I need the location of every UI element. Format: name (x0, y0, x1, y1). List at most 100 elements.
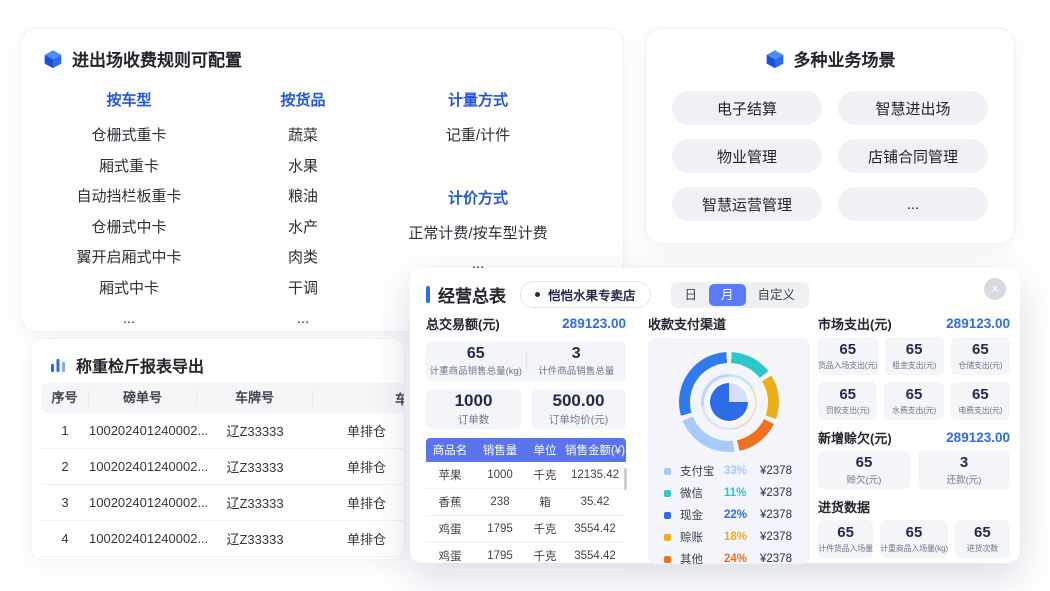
new-credit-label: 新增赊欠(元) (818, 428, 892, 447)
cell-qty: 1795 (474, 550, 526, 562)
summary-header: 经营总表 恺恺水果专卖店 日 月 自定义 (410, 268, 1020, 308)
column-header-measure: 计量方式 (378, 89, 578, 109)
table-row: 4 100202401240002... 辽Z33333 单排仓 (41, 521, 405, 557)
cell-ticket: 100202401240002... (89, 531, 197, 546)
cell-amount: 3554.42 (564, 523, 626, 535)
legend-item-credit: 赊账 18% ¥2378 (664, 526, 794, 548)
col-header-vehicle-type: 车型 (313, 389, 405, 408)
goods-item-more: ... (213, 304, 393, 335)
cell-unit: 千克 (526, 467, 564, 483)
business-scenarios-card: 多种业务场景 电子结算 智慧进出场 物业管理 店铺合同管理 智慧运营管理 ... (645, 28, 1015, 244)
donut-center-pie (710, 383, 748, 421)
legend-item-wechat: 微信 11% ¥2378 (664, 482, 794, 504)
cell-vehicle-type: 单排仓 (313, 421, 405, 440)
weigh-report-header: 称重检斤报表导出 (31, 339, 404, 377)
market-expense-boxes: 65货品入场支出(元) 65租金支出(元) 65仓储支出(元) (818, 337, 1010, 375)
total-transactions-value: 289123.00 (562, 316, 626, 331)
cell-unit: 千克 (526, 548, 564, 564)
cell-product: 鸡蛋 (426, 548, 474, 564)
cube-icon (765, 49, 785, 69)
goods-item: 干调 (213, 274, 393, 305)
col-header-unit: 单位 (526, 442, 564, 458)
cell-plate: 辽Z33333 (197, 529, 313, 548)
table-scrollbar[interactable] (624, 468, 627, 490)
bar-chart-icon (49, 356, 67, 374)
measure-pricing-column: 计量方式 记重/计件 计价方式 正常计费/按车型计费 ... (378, 89, 578, 280)
scenario-button-property[interactable]: 物业管理 (672, 139, 822, 173)
swatch-icon (664, 556, 671, 563)
cell-qty: 1795 (474, 523, 526, 535)
payment-channels-title: 收款支付渠道 (648, 314, 726, 333)
weighed-sales-value: 65 (467, 345, 485, 363)
cell-qty: 1000 (474, 469, 526, 481)
table-row: 3 100202401240002... 辽Z33333 单排仓 (41, 485, 405, 521)
purchase-data-label: 进货数据 (818, 497, 870, 516)
cube-icon (43, 49, 63, 69)
col-header-product: 商品名 (426, 442, 474, 458)
product-sales-table: 商品名 销售量 单位 销售金额(¥) 苹果 1000 千克 12135.42 香… (426, 438, 626, 570)
scenario-button-operation[interactable]: 智慧运营管理 (672, 187, 822, 221)
scenario-button-entry-exit[interactable]: 智慧进出场 (838, 91, 988, 125)
vehicle-item: 仓栅式重卡 (31, 121, 227, 152)
goods-item: 水果 (213, 152, 393, 183)
legend-item-alipay: 支付宝 33% ¥2378 (664, 460, 794, 482)
payment-chart-panel: 支付宝 33% ¥2378 微信 11% ¥2378 现金 22% (648, 338, 810, 564)
cell-index: 4 (41, 531, 89, 546)
cell-qty: 238 (474, 496, 526, 508)
order-count-label: 订单数 (458, 412, 490, 427)
cell-unit: 箱 (526, 494, 564, 510)
payment-legend: 支付宝 33% ¥2378 微信 11% ¥2378 现金 22% (648, 460, 810, 570)
store-name: 恺恺水果专卖店 (548, 285, 636, 304)
sales-totals-box: 65 计重商品销售总量(kg) 3 计件商品销售总量 (426, 341, 626, 381)
vehicle-item: 翼开启厢式中卡 (31, 243, 227, 274)
table-row: 2 100202401240002... 辽Z33333 单排仓 (41, 449, 405, 485)
swatch-icon (664, 534, 671, 541)
table-row: 苹果 1000 千克 12135.42 (426, 462, 626, 489)
col-header-plate: 车牌号 (197, 390, 313, 406)
market-expense-boxes-row2: 65罚款支出(元) 65水费支出(元) 65电费支出(元) (818, 382, 1010, 420)
col-header-index: 序号 (41, 390, 89, 406)
fee-rules-header: 进出场收费规则可配置 (21, 29, 623, 71)
tab-day[interactable]: 日 (673, 284, 710, 306)
cell-vehicle-type: 单排仓 (313, 457, 405, 476)
cell-product: 苹果 (426, 467, 474, 483)
weigh-table-header-row: 序号 磅单号 车牌号 车型 (41, 383, 405, 413)
table-row: 香蕉 238 箱 35.42 (426, 489, 626, 516)
goods-item: 水产 (213, 213, 393, 244)
weigh-report-title: 称重检斤报表导出 (76, 353, 204, 377)
total-transactions-label: 总交易额(元) (426, 314, 500, 333)
store-selector[interactable]: 恺恺水果专卖店 (520, 281, 651, 308)
new-credit-value: 289123.00 (946, 430, 1010, 445)
tab-custom[interactable]: 自定义 (746, 284, 808, 306)
business-summary-card: 经营总表 恺恺水果专卖店 日 月 自定义 × 总交易额(元) 289123.00… (410, 268, 1020, 563)
title-accent-bar (426, 286, 430, 303)
goods-item: 蔬菜 (213, 121, 393, 152)
cell-unit: 千克 (526, 521, 564, 537)
summary-body: 总交易额(元) 289123.00 65 计重商品销售总量(kg) 3 计件商品… (410, 308, 1020, 570)
col-header-amount: 销售金额(¥) (564, 442, 626, 458)
order-average-label: 订单均价(元) (549, 412, 609, 427)
purchase-boxes: 65计件货品入场量 65计重商品入场量(kg) 65进货次数 (818, 520, 1010, 558)
cell-plate: 辽Z33333 (197, 493, 313, 512)
weigh-report-card: 称重检斤报表导出 序号 磅单号 车牌号 车型 1 100202401240002… (30, 338, 405, 560)
order-count-value: 1000 (455, 391, 493, 411)
close-icon[interactable]: × (984, 278, 1006, 300)
summary-left-column: 总交易额(元) 289123.00 65 计重商品销售总量(kg) 3 计件商品… (426, 308, 626, 570)
swatch-icon (664, 490, 671, 497)
measure-item: 记重/计件 (378, 121, 578, 152)
scenario-button-contract[interactable]: 店铺合同管理 (838, 139, 988, 173)
scenario-button-more[interactable]: ... (838, 187, 988, 221)
scenario-button-settlement[interactable]: 电子结算 (672, 91, 822, 125)
legend-item-other: 其他 24% ¥2378 (664, 548, 794, 570)
scenarios-header: 多种业务场景 (646, 29, 1014, 71)
cell-product: 香蕉 (426, 494, 474, 510)
cell-vehicle-type: 单排仓 (313, 493, 405, 512)
tab-month[interactable]: 月 (709, 284, 746, 306)
legend-item-cash: 现金 22% ¥2378 (664, 504, 794, 526)
market-expense-value: 289123.00 (946, 316, 1010, 331)
weigh-report-table: 序号 磅单号 车牌号 车型 1 100202401240002... 辽Z333… (41, 383, 405, 557)
column-header-vehicle: 按车型 (31, 89, 227, 109)
cell-plate: 辽Z33333 (197, 457, 313, 476)
cell-index: 1 (41, 423, 89, 438)
cell-vehicle-type: 单排仓 (313, 529, 405, 548)
